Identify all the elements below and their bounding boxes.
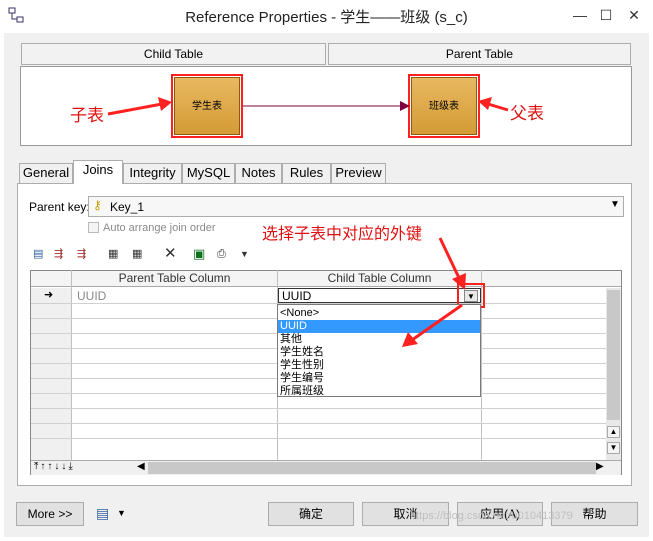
- ok-button[interactable]: 确定: [268, 502, 354, 526]
- scroll-left-button[interactable]: ◀: [137, 461, 145, 472]
- horizontal-scrollbar-thumb[interactable]: [148, 462, 596, 474]
- scroll-right-button[interactable]: ▶: [596, 461, 604, 472]
- more-button[interactable]: More >>: [16, 502, 84, 526]
- options-dropdown-icon[interactable]: ▼: [117, 508, 126, 518]
- options-icon[interactable]: ▤: [96, 505, 109, 522]
- row-move-buttons[interactable]: ⤒↑↑↓↓⤓: [34, 461, 75, 472]
- watermark: https://blog.csdn.net/u010413379: [410, 510, 573, 522]
- scroll-up-button[interactable]: ▲: [607, 426, 620, 438]
- scrollbar-thumb[interactable]: [607, 290, 620, 420]
- scroll-down-button[interactable]: ▼: [607, 442, 620, 454]
